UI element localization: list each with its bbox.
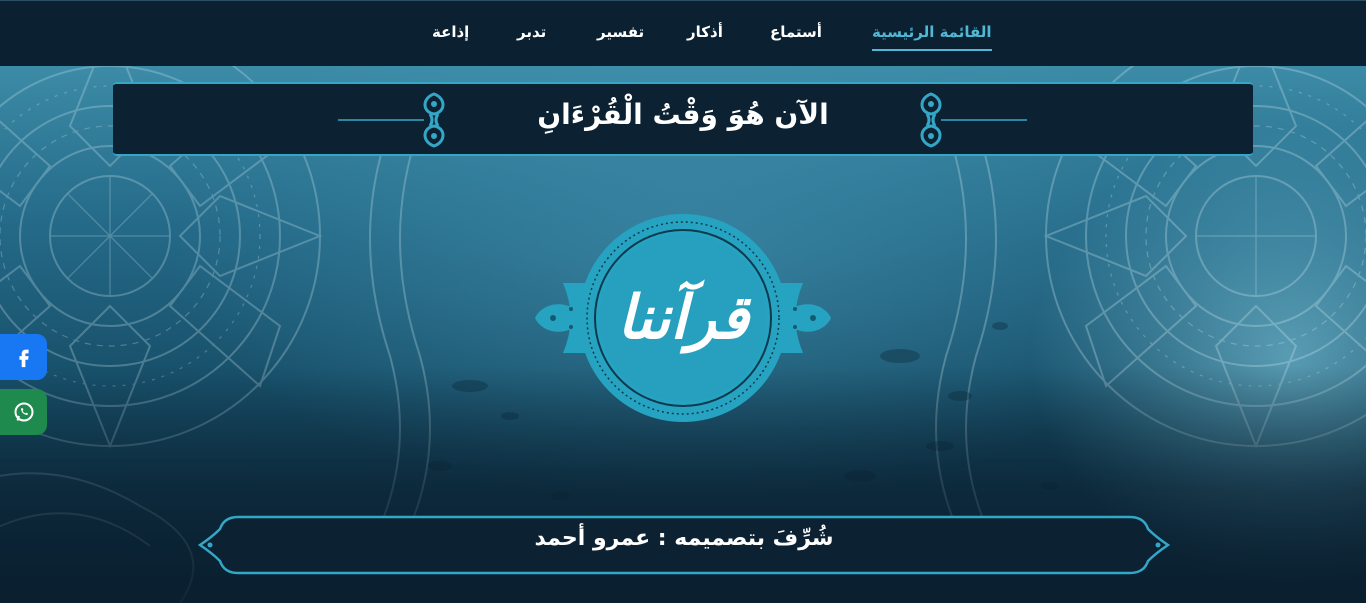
right-flourish-icon — [920, 92, 1027, 148]
title-banner: الآن هُوَ وَقْتُ الْقُرْءَانِ — [113, 82, 1253, 156]
nav-item-tadabbur[interactable]: تدبر — [517, 23, 546, 49]
facebook-share-button[interactable] — [0, 334, 47, 380]
nav-item-radio[interactable]: إذاعة — [432, 23, 469, 49]
page-title: الآن هُوَ وَقْتُ الْقُرْءَانِ — [537, 98, 829, 131]
facebook-icon — [18, 349, 29, 368]
nav-item-adhkar[interactable]: أذكار — [687, 23, 723, 49]
nav-item-home[interactable]: القائمة الرئيسية — [872, 23, 992, 51]
whatsapp-share-button[interactable] — [0, 389, 47, 435]
designer-credit-banner: شُرِّفَ بتصميمه : عمرو أحمد — [198, 515, 1170, 575]
whatsapp-icon — [14, 402, 33, 422]
logo-emblem-icon: قرآننا — [535, 214, 831, 422]
logo-text: قرآننا — [617, 279, 752, 354]
quranona-logo: قرآننا — [533, 213, 833, 423]
nav-item-tafsir[interactable]: تفسير — [597, 23, 644, 49]
top-navbar: القائمة الرئيسية أستماع أذكار تفسير تدبر… — [0, 0, 1366, 66]
credit-text: شُرِّفَ بتصميمه : عمرو أحمد — [534, 526, 834, 551]
nav-menu: القائمة الرئيسية أستماع أذكار تفسير تدبر… — [0, 1, 1366, 67]
nav-item-listen[interactable]: أستماع — [770, 23, 822, 49]
